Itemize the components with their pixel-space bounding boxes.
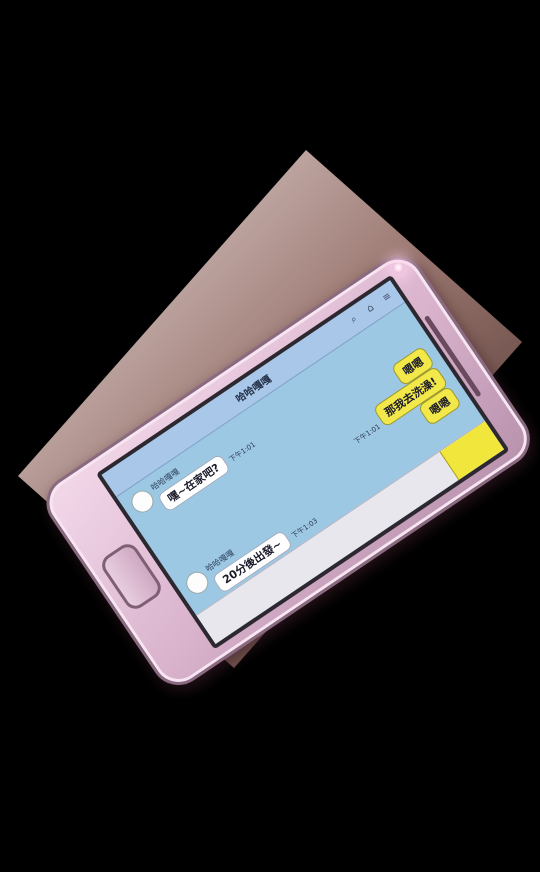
menu-icon[interactable]: ≡ xyxy=(378,289,395,306)
search-icon[interactable]: ⌕ xyxy=(345,311,362,328)
message-time: 下午1:01 xyxy=(227,440,258,464)
home-icon[interactable]: ⌂ xyxy=(362,300,379,317)
message-time: 下午1:01 xyxy=(352,422,382,446)
